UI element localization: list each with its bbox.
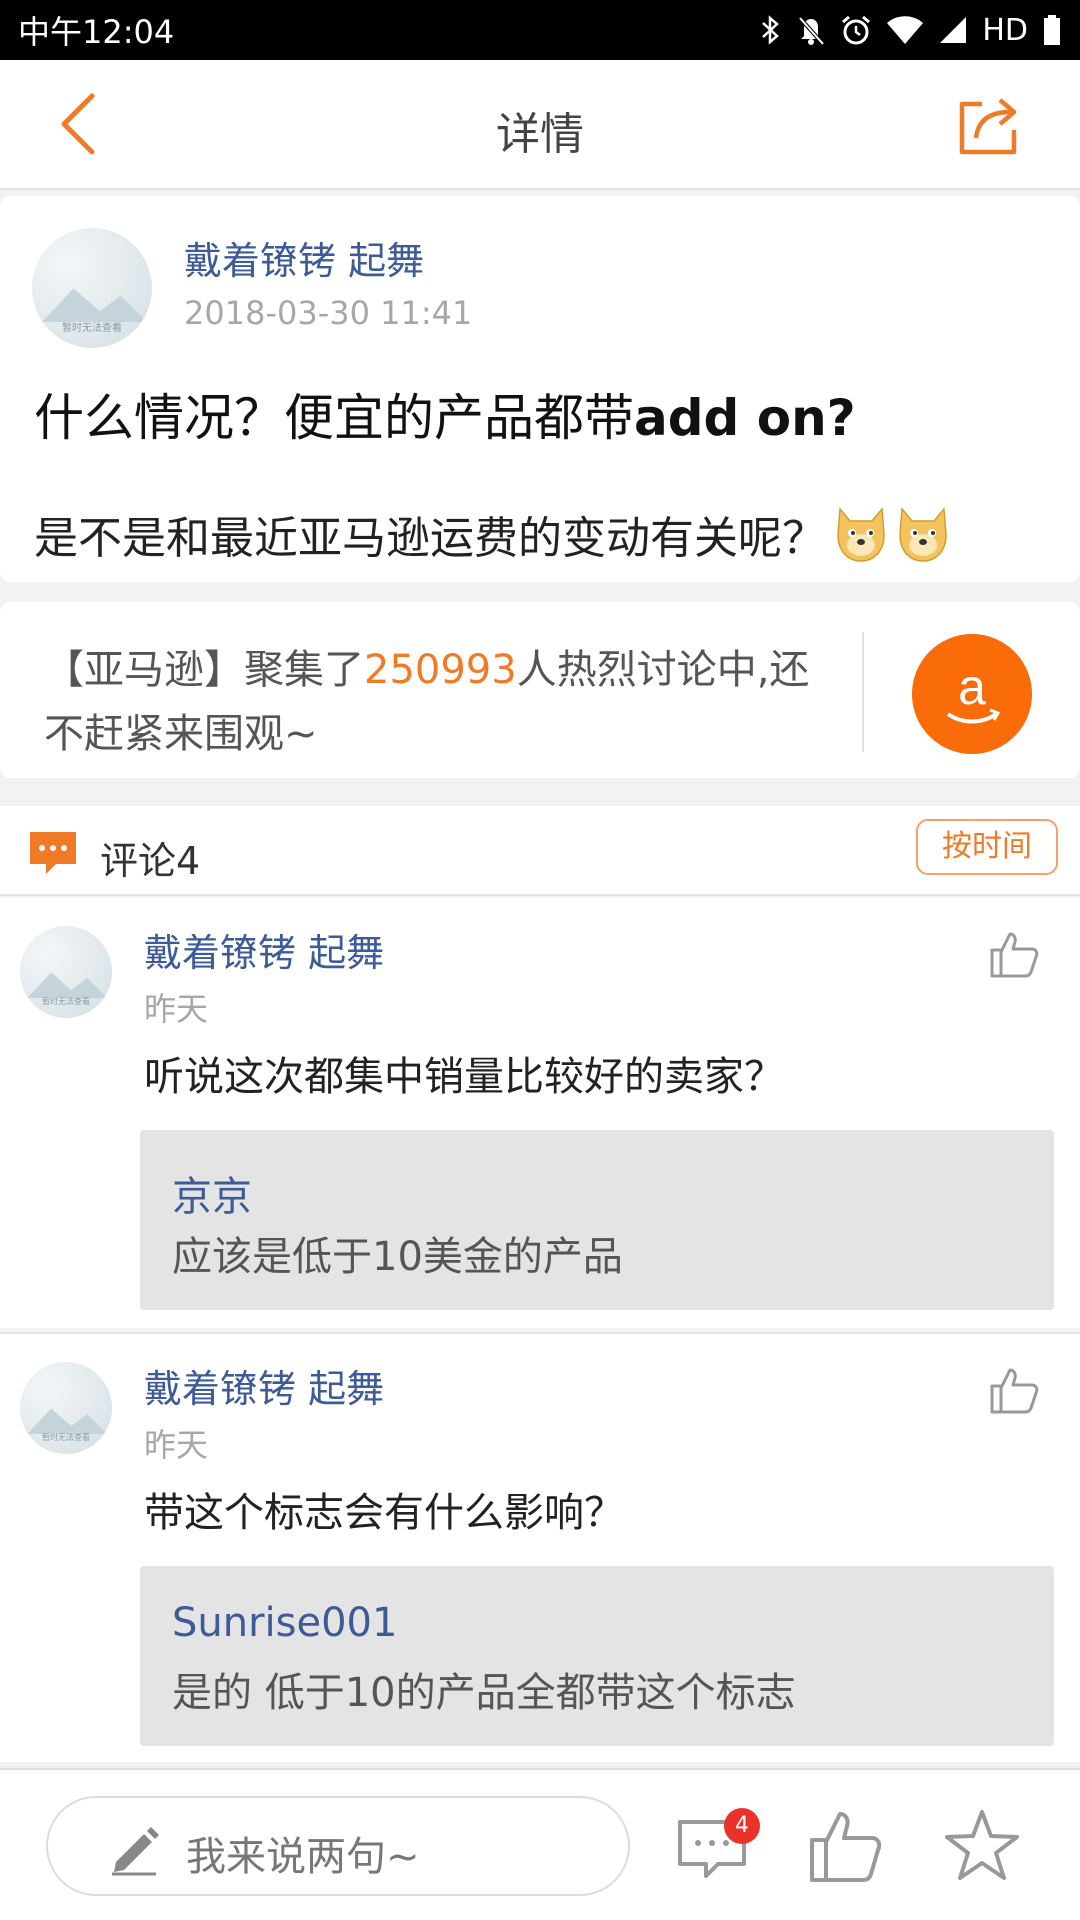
thumbs-up-icon[interactable] (988, 928, 1040, 980)
share-icon[interactable] (954, 90, 1024, 160)
topic-text: 【亚马逊】聚集了250993人热烈讨论中,还不赶紧来围观~ (44, 638, 824, 766)
avatar[interactable]: 暂时无法查看 (20, 1362, 112, 1454)
bluetooth-icon (762, 15, 780, 45)
alarm-icon (842, 15, 871, 45)
comment-author[interactable]: 戴着镣铐 起舞 (144, 922, 384, 977)
status-icons: HD (760, 13, 1062, 48)
comments-header: 评论4 按时间 (0, 806, 1080, 896)
pencil-icon (112, 1827, 159, 1876)
comment-text: 听说这次都集中销量比较好的卖家？ (144, 1054, 784, 1100)
topic-count: 250993 (364, 647, 517, 693)
comment-text: 带这个标志会有什么影响？ (144, 1490, 624, 1536)
signal-icon (940, 17, 967, 43)
thumbs-up-icon[interactable] (806, 1806, 886, 1886)
comment-input-placeholder: 我来说两句~ (186, 1834, 420, 1880)
image-placeholder-icon (41, 288, 147, 322)
post-title-english: add on? (634, 389, 856, 447)
star-icon[interactable] (942, 1806, 1022, 1886)
comment-input[interactable]: 我来说两句~ (46, 1796, 630, 1896)
comment-author[interactable]: 戴着镣铐 起舞 (144, 1358, 384, 1413)
reply-text: 应该是低于10美金的产品 (172, 1234, 623, 1280)
nav-bar: 详情 (0, 60, 1080, 190)
post-title: 什么情况？便宜的产品都带add on? (34, 378, 856, 450)
divider (862, 632, 864, 752)
comment-count-badge: 4 (724, 1808, 760, 1844)
status-bar: 中午12:04 HD (0, 0, 1080, 60)
comment-item: 暂时无法查看 戴着镣铐 起舞 昨天 听说这次都集中销量比较好的卖家？ 京京 应该… (0, 898, 1080, 1328)
svg-text:a: a (958, 659, 986, 715)
comment-bubble-icon (30, 832, 76, 874)
doge-emoji-icon (837, 507, 885, 562)
post-title-text: 什么情况？便宜的产品都带 (34, 389, 634, 447)
bottom-action-bar: 我来说两句~ 4 (0, 1768, 1080, 1920)
topic-card[interactable]: 【亚马逊】聚集了250993人热烈讨论中,还不赶紧来围观~ a (0, 602, 1080, 778)
amazon-logo-icon[interactable]: a (912, 634, 1032, 754)
image-placeholder-icon (27, 972, 108, 998)
author-name[interactable]: 戴着镣铐 起舞 (184, 230, 424, 285)
mute-bell-icon (798, 16, 825, 46)
avatar[interactable]: 暂时无法查看 (20, 926, 112, 1018)
page-title: 详情 (496, 109, 584, 160)
network-type: HD (982, 12, 1028, 48)
post-time: 2018-03-30 11:41 (184, 294, 473, 332)
topic-prefix: 【亚马逊】聚集了 (44, 647, 364, 693)
avatar-placeholder-text: 暂时无法查看 (42, 996, 90, 1006)
image-placeholder-icon (27, 1408, 108, 1434)
reply-text: 是的 低于10的产品全都带这个标志 (172, 1670, 796, 1716)
reply-box[interactable]: 京京 应该是低于10美金的产品 (140, 1130, 1054, 1310)
comments-count-label: 评论4 (100, 839, 201, 883)
avatar-placeholder-text: 暂时无法查看 (42, 1432, 90, 1442)
battery-icon (1044, 15, 1060, 45)
sort-by-time-button[interactable]: 按时间 (916, 819, 1058, 875)
post-card: 暂时无法查看 戴着镣铐 起舞 2018-03-30 11:41 什么情况？便宜的… (0, 196, 1080, 582)
reply-author[interactable]: 京京 (172, 1164, 252, 1222)
avatar-placeholder-text: 暂时无法查看 (62, 322, 122, 334)
comment-time: 昨天 (144, 1426, 209, 1464)
status-time: 中午12:04 (18, 13, 175, 51)
comment-time: 昨天 (144, 990, 209, 1028)
wifi-icon (887, 16, 924, 44)
comment-item: 暂时无法查看 戴着镣铐 起舞 昨天 带这个标志会有什么影响？ Sunrise00… (0, 1332, 1080, 1762)
reply-box[interactable]: Sunrise001 是的 低于10的产品全都带这个标志 (140, 1566, 1054, 1746)
thumbs-up-icon[interactable] (988, 1364, 1040, 1416)
doge-emoji-icon (899, 507, 947, 562)
reply-author[interactable]: Sunrise001 (172, 1600, 397, 1646)
post-body: 是不是和最近亚马逊运费的变动有关呢？ (34, 502, 950, 566)
avatar[interactable]: 暂时无法查看 (32, 228, 152, 348)
post-body-text: 是不是和最近亚马逊运费的变动有关呢？ (34, 513, 826, 564)
